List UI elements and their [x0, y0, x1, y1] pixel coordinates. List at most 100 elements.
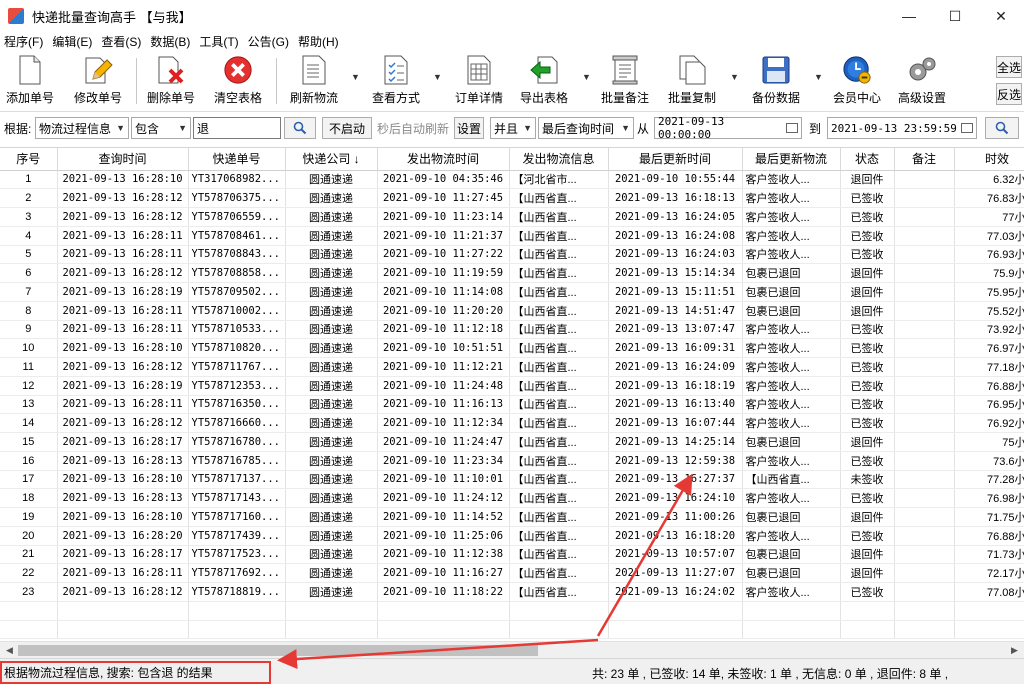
table-row[interactable]: 11 2021-09-13 16:28:12 YT578711767... 圆通速递 2… [0, 357, 1024, 377]
close-button[interactable]: ✕ [978, 0, 1024, 32]
chevron-down-icon: ▼ [178, 123, 187, 133]
table-row[interactable]: 20 2021-09-13 16:28:20 YT578717439... 圆通速递 2… [0, 526, 1024, 546]
dropdown-arrow-icon[interactable]: ▼ [582, 72, 591, 82]
table-row[interactable]: 12 2021-09-13 16:28:19 YT578712353... 圆通速递 2… [0, 376, 1024, 396]
cell-ship-time: 2021-09-10 11:23:14 [377, 207, 510, 227]
dropdown-arrow-icon[interactable]: ▼ [814, 72, 823, 82]
table-row[interactable]: 7 2021-09-13 16:28:19 YT578709502... 圆通速递 20… [0, 282, 1024, 302]
menu-help[interactable]: 帮助(H) [298, 33, 339, 50]
table-row[interactable]: 6 2021-09-13 16:28:12 YT578708858... 圆通速递 20… [0, 263, 1024, 283]
table-row[interactable]: 4 2021-09-13 16:28:11 YT578708461... 圆通速递 20… [0, 226, 1024, 246]
col-header-tracking-number[interactable]: 快递单号 [188, 148, 286, 171]
cell-index: 6 [0, 263, 58, 283]
keyword-input[interactable]: 退 [193, 117, 281, 139]
settings-button[interactable]: 设置 [454, 117, 484, 139]
col-header-last-logistics[interactable]: 最后更新物流 [742, 148, 841, 171]
search-button[interactable] [284, 117, 316, 139]
menu-notice[interactable]: 公告(G) [248, 33, 289, 50]
table-body: 1 2021-09-13 16:28:10 YT317068982... 圆通速递 20… [0, 170, 1024, 640]
table-row[interactable]: 21 2021-09-13 16:28:17 YT578717523... 圆通速递 2… [0, 545, 1024, 565]
menu-view[interactable]: 查看(S) [101, 33, 141, 50]
cell-ship-info: 【山西省直... [509, 263, 609, 283]
match-select[interactable]: 包含 ▼ [131, 117, 191, 139]
view-mode-button[interactable]: 查看方式 [372, 54, 420, 108]
col-header-ship-time[interactable]: 发出物流时间 [377, 148, 510, 171]
table-row[interactable]: 8 2021-09-13 16:28:11 YT578710002... 圆通速递 20… [0, 301, 1024, 321]
menu-data[interactable]: 数据(B) [150, 33, 190, 50]
cell-last-logistics: 客户签收人... [742, 226, 841, 246]
dropdown-arrow-icon[interactable]: ▼ [351, 72, 360, 82]
backup-data-button[interactable]: 备份数据 [752, 54, 800, 108]
table-row[interactable]: 3 2021-09-13 16:28:12 YT578706559... 圆通速递 20… [0, 207, 1024, 227]
add-number-button[interactable]: 添加单号 [6, 54, 54, 108]
auto-refresh-toggle[interactable]: 不启动 [322, 117, 372, 139]
invert-selection-button[interactable]: 反选 [996, 83, 1022, 105]
table-row[interactable]: 2 2021-09-13 16:28:12 YT578706375... 圆通速递 20… [0, 188, 1024, 208]
batch-note-button[interactable]: 批量备注 [601, 54, 649, 108]
cell-courier: 圆通速递 [285, 413, 378, 433]
dropdown-arrow-icon[interactable]: ▼ [433, 72, 442, 82]
clear-table-button[interactable]: 清空表格 [214, 54, 262, 108]
table-row[interactable]: 14 2021-09-13 16:28:12 YT578716660... 圆通速递 2… [0, 413, 1024, 433]
member-center-button[interactable]: 会员中心 [833, 54, 881, 108]
time-field-select[interactable]: 最后查询时间 ▼ [538, 117, 634, 139]
horizontal-scrollbar[interactable]: ◀ ▶ [0, 641, 1024, 658]
cell-tracking-number: YT578706375... [188, 188, 286, 208]
advanced-settings-button[interactable]: 高级设置 [898, 54, 946, 108]
cell-status: 已签收 [840, 376, 895, 396]
scroll-left-icon[interactable]: ◀ [1, 643, 18, 658]
cell-tracking-number: YT578708858... [188, 263, 286, 283]
cell-last-update-time: 2021-09-13 10:57:07 [608, 545, 743, 565]
table-row[interactable]: 15 2021-09-13 16:28:17 YT578716780... 圆通速递 2… [0, 432, 1024, 452]
maximize-button[interactable]: ☐ [932, 0, 978, 32]
table-row[interactable]: 16 2021-09-13 16:28:13 YT578716785... 圆通速递 2… [0, 451, 1024, 471]
table-row[interactable]: 1 2021-09-13 16:28:10 YT317068982... 圆通速递 20… [0, 170, 1024, 190]
col-header-courier[interactable]: 快递公司 ↓ [285, 148, 378, 171]
col-header-last-update-time[interactable]: 最后更新时间 [608, 148, 743, 171]
cell-tracking-number: YT578717137... [188, 470, 286, 490]
col-header-duration[interactable]: 时效 [954, 148, 1024, 171]
col-header-ship-info[interactable]: 发出物流信息 [509, 148, 609, 171]
basis-select-value: 物流过程信息 [39, 121, 112, 136]
empty-cell [0, 601, 58, 621]
scroll-right-icon[interactable]: ▶ [1006, 643, 1023, 658]
refresh-logistics-button[interactable]: 刷新物流 [290, 54, 338, 108]
table-row[interactable]: 22 2021-09-13 16:28:11 YT578717692... 圆通速递 2… [0, 563, 1024, 583]
scroll-note-icon [610, 54, 640, 86]
table-row[interactable]: 18 2021-09-13 16:28:13 YT578717143... 圆通速递 2… [0, 488, 1024, 508]
export-table-button[interactable]: 导出表格 [520, 54, 568, 108]
scroll-thumb[interactable] [18, 645, 538, 656]
table-row[interactable]: 17 2021-09-13 16:28:10 YT578717137... 圆通速递 2… [0, 470, 1024, 490]
col-header-query-time[interactable]: 查询时间 [57, 148, 189, 171]
table-row[interactable]: 19 2021-09-13 16:28:10 YT578717160... 圆通速递 2… [0, 507, 1024, 527]
menu-tools[interactable]: 工具(T) [199, 33, 238, 50]
date-search-button[interactable] [985, 117, 1019, 139]
col-header-note[interactable]: 备注 [894, 148, 955, 171]
select-all-button[interactable]: 全选 [996, 56, 1022, 78]
col-header-index[interactable]: 序号 [0, 148, 58, 171]
table-row[interactable]: 10 2021-09-13 16:28:10 YT578710820... 圆通速递 2… [0, 338, 1024, 358]
cell-courier: 圆通速递 [285, 545, 378, 565]
basis-select[interactable]: 物流过程信息 ▼ [35, 117, 129, 139]
cell-courier: 圆通速递 [285, 488, 378, 508]
menu-program[interactable]: 程序(F) [4, 33, 43, 50]
table-row[interactable]: 9 2021-09-13 16:28:11 YT578710533... 圆通速递 20… [0, 320, 1024, 340]
cell-index: 21 [0, 545, 58, 565]
cell-last-update-time: 2021-09-13 16:07:44 [608, 413, 743, 433]
delete-number-button[interactable]: 删除单号 [147, 54, 195, 108]
from-date-picker[interactable]: 2021-09-13 00:00:00 [654, 115, 802, 141]
edit-number-button[interactable]: 修改单号 [74, 54, 122, 108]
table-row[interactable]: 5 2021-09-13 16:28:11 YT578708843... 圆通速递 20… [0, 245, 1024, 265]
menu-edit[interactable]: 编辑(E) [52, 33, 92, 50]
minimize-button[interactable]: — [886, 0, 932, 32]
table-row[interactable]: 23 2021-09-13 16:28:12 YT578718819... 圆通速递 2… [0, 582, 1024, 602]
cell-note [894, 245, 955, 265]
batch-copy-button[interactable]: 批量复制 [668, 54, 716, 108]
col-header-status[interactable]: 状态 [840, 148, 895, 171]
order-detail-button[interactable]: 订单详情 [455, 54, 503, 108]
cell-tracking-number: YT578709502... [188, 282, 286, 302]
logic-select[interactable]: 并且 ▼ [490, 117, 536, 139]
table-row[interactable]: 13 2021-09-13 16:28:11 YT578716350... 圆通速递 2… [0, 395, 1024, 415]
to-date-picker[interactable]: 2021-09-13 23:59:59 [827, 117, 977, 139]
dropdown-arrow-icon[interactable]: ▼ [730, 72, 739, 82]
